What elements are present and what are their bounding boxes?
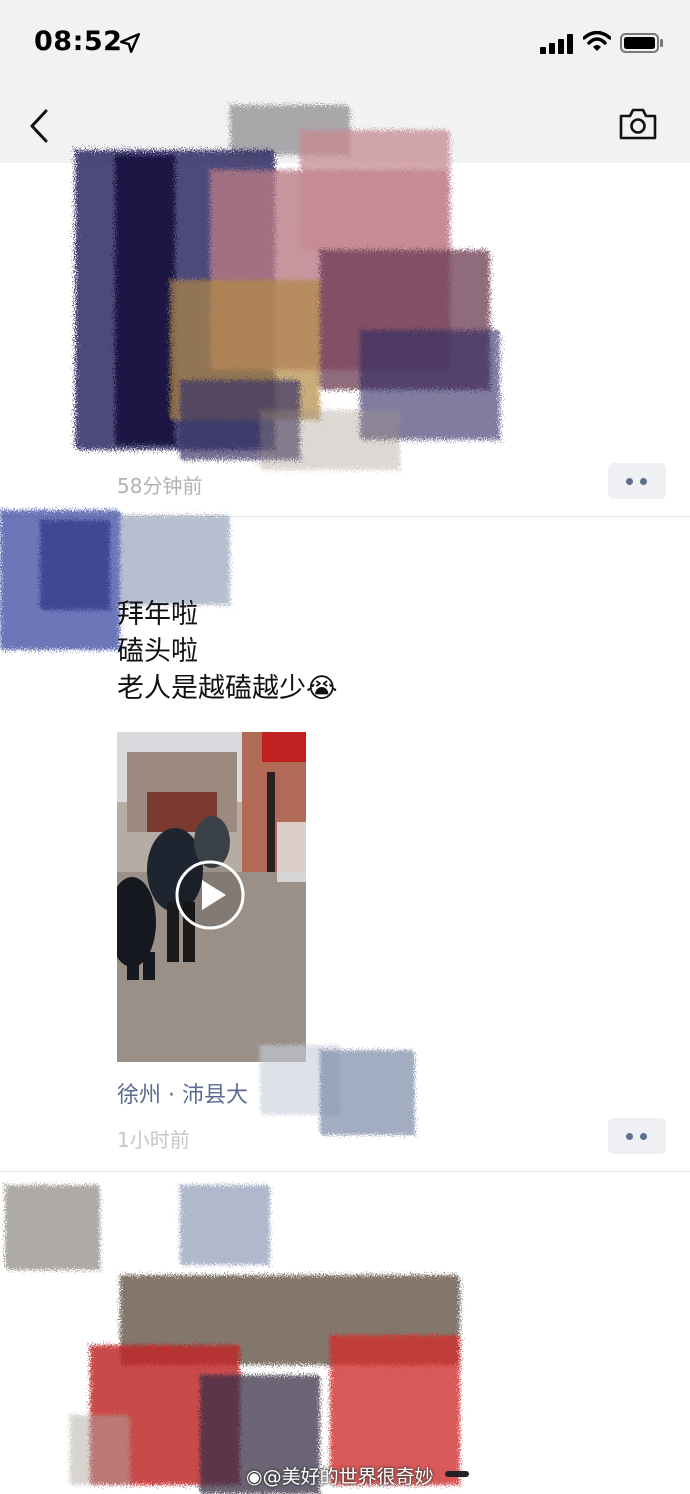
status-time: 08:52	[34, 26, 123, 57]
more-button[interactable]	[608, 1118, 666, 1154]
post-line: 磕头啦	[117, 636, 198, 667]
battery-icon	[620, 33, 663, 53]
weibo-logo-icon: ◉	[246, 1466, 263, 1488]
home-indicator	[445, 1471, 469, 1477]
post-location-link[interactable]: 徐州 · 沛县大	[117, 1077, 248, 1109]
censored-location-scribble	[260, 1045, 415, 1135]
post-time: 58分钟前	[117, 474, 203, 498]
crying-emoji: 😭	[306, 673, 338, 704]
censored-image-scribble	[75, 105, 500, 470]
camera-icon[interactable]	[618, 106, 658, 142]
post-text: 拜年啦 磕头啦 老人是越磕越少😭	[117, 596, 338, 707]
weibo-watermark: ◉@美好的世界很奇妙	[246, 1462, 434, 1489]
more-dots-icon	[640, 478, 647, 485]
post-line: 拜年啦	[117, 599, 198, 630]
watermark-text: @美好的世界很奇妙	[262, 1466, 434, 1488]
more-button[interactable]	[608, 463, 666, 499]
more-dots-icon	[626, 1133, 633, 1140]
wifi-icon	[583, 31, 611, 51]
censored-post-scribble	[5, 1185, 460, 1494]
location-arrow-icon	[119, 32, 141, 54]
post-line-text: 老人是越磕越少	[117, 673, 306, 704]
post-line: 老人是越磕越少😭	[117, 670, 338, 707]
post-divider	[0, 1171, 690, 1172]
chevron-left-icon[interactable]	[24, 106, 54, 146]
status-bar: 08:52	[0, 0, 690, 90]
cellular-signal-icon	[540, 34, 573, 54]
post-time: 1小时前	[117, 1128, 190, 1152]
more-dots-icon	[626, 478, 633, 485]
more-dots-icon	[640, 1133, 647, 1140]
play-icon[interactable]	[174, 859, 246, 931]
video-thumbnail[interactable]	[117, 732, 306, 1062]
